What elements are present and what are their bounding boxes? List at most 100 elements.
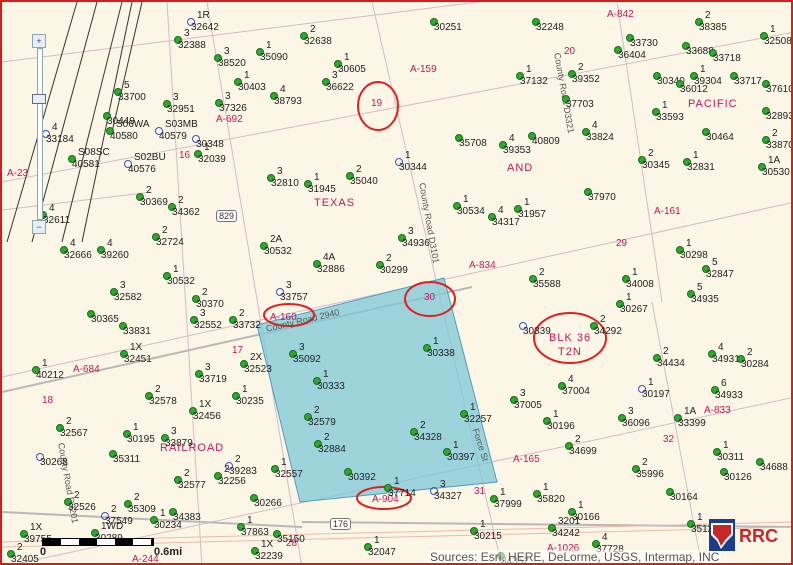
well-number-label: 4 [280,84,286,95]
well-api-label: 32578 [149,396,177,407]
well-api-label: 35708 [459,138,487,149]
well-api-label: 33719 [199,374,227,385]
well-api-label: 34933 [715,390,743,401]
well-api-label: 32557 [275,469,303,480]
well-number-label: 1 [700,64,706,75]
well-number-label: 1X [199,399,212,410]
texas-rrc-logo-icon: RRC [709,519,778,551]
well-api-label: 34688 [760,462,788,473]
well-number-label: 4 [70,238,76,249]
well-api-label: 34935 [691,294,719,305]
well-number-label: 1 [626,292,632,303]
zoom-in-button[interactable]: + [32,34,46,48]
well-api-label: 33717 [734,76,762,87]
well-api-label: 35311 [113,454,141,465]
survey-abstract-label: 17 [232,345,244,356]
well-api-label: 37610 [766,84,793,95]
well-api-label: 30333 [317,381,345,392]
scale-bar [42,538,154,546]
well-api-label: 30164 [670,492,698,503]
survey-abstract-label: 20 [564,46,576,57]
well-api-label: 37004 [562,386,590,397]
well-api-label: 31957 [518,209,546,220]
well-number-label: 3 [120,280,126,291]
survey-block-label: AND [507,162,534,174]
survey-abstract-label: A-834 [469,260,496,271]
well-number-label: 2 [705,10,711,21]
well-number-label: 3 [277,166,283,177]
well-number-label: 3 [200,308,206,319]
well-api-label: 30369 [140,197,168,208]
well-api-label: 30235 [236,396,264,407]
well-number-label: 1 [433,336,439,347]
well-number-label: 2X [250,352,263,363]
well-number-label: 2 [575,434,581,445]
well-api-label: 37326 [219,103,247,114]
well-api-label: 30339 [523,326,551,337]
well-number-label: S03MB [165,119,198,130]
well-number-label: 1 [42,358,48,369]
well-number-label: 5 [697,282,703,293]
well-number-label: 2 [772,128,778,139]
well-api-label: 39260 [101,250,129,261]
well-api-label: 36622 [326,82,354,93]
well-api-label: 33718 [713,53,741,64]
well-number-label: S06WA [116,119,150,130]
well-api-label: 32039 [198,154,226,165]
well-number-label: 1 [281,457,287,468]
well-api-label: 36404 [618,50,646,61]
survey-abstract-label: A-692 [216,114,243,125]
well-number-label: 3 [408,226,414,237]
survey-abstract-label: 32 [663,434,675,445]
well-api-label: 30284 [741,359,769,370]
well-number-label: 2 [66,416,72,427]
well-api-label: 35820 [537,494,565,505]
well-api-label: 37863 [241,527,269,538]
well-number-label: 3 [440,479,446,490]
well-api-label: 30534 [457,206,485,217]
zoom-slider-track[interactable] [37,48,43,220]
survey-abstract-label: 30 [424,292,436,303]
well-number-label: 1 [662,100,668,111]
well-number-label: 2 [74,490,80,501]
well-api-label: 40580 [110,131,138,142]
well-api-label: 30267 [620,304,648,315]
well-api-label: 38385 [699,22,727,33]
well-number-label: 1 [543,482,549,493]
well-number-label: 2 [578,62,584,73]
well-api-label: 34008 [626,279,654,290]
well-api-label: 34699 [569,446,597,457]
well-api-label: 32884 [318,444,346,455]
well-number-label: 4 [49,203,55,214]
zoom-slider-thumb[interactable] [32,94,46,104]
well-number-label: 3 [173,92,179,103]
well-number-label: 1 [648,377,654,388]
well-api-label: 34292 [594,326,622,337]
well-api-label: 37999 [494,499,522,510]
well-number-label: S08SC [78,147,110,158]
well-number-label: 1 [480,519,486,530]
well-number-label: 1 [463,194,469,205]
well-number-label: 3 [299,342,305,353]
zoom-out-button[interactable]: − [32,220,46,234]
well-api-label: 30397 [447,452,475,463]
well-api-label: 33879 [165,438,193,449]
well-api-label: 34362 [172,207,200,218]
well-api-label: 30197 [642,389,670,400]
well-api-label: 40576 [128,164,156,175]
well-api-label: 34931 [712,354,740,365]
well-number-label: 1 [344,52,350,63]
well-api-label: 32047 [368,547,396,558]
zoom-control[interactable]: + − [32,34,46,234]
well-number-label: 1R [197,10,210,21]
survey-abstract-label: A-842 [607,9,634,20]
well-api-label: 30532 [264,246,292,257]
well-api-label: 32523 [244,364,272,375]
map-viewport[interactable]: TEXAS AND PACIFIC RAILROAD BLK 36 T2N A-842 A-1… [0,0,793,565]
well-number-label: 2 [642,457,648,468]
survey-abstract-label: A-23 [7,168,29,179]
well-api-label: 40212 [36,370,64,381]
well-number-label: 2 [162,225,168,236]
well-api-label: 32526 [68,502,96,513]
well-number-label: 4 [509,133,515,144]
